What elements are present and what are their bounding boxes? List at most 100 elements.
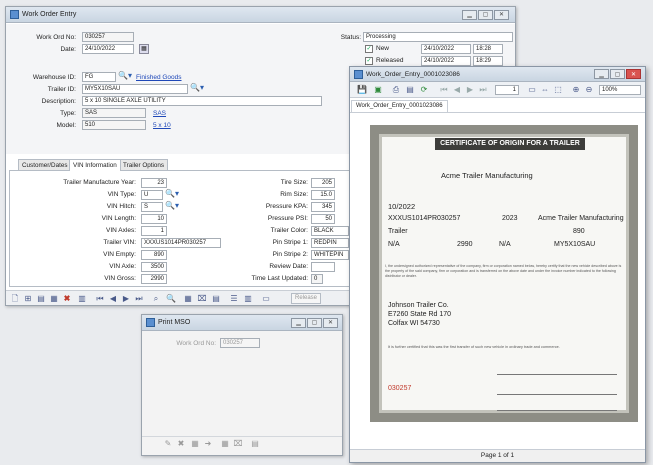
- list-icon[interactable]: ☰: [228, 293, 240, 304]
- date-field[interactable]: 24/10/2022: [82, 44, 134, 54]
- zoom-out-icon[interactable]: ⊖: [583, 84, 595, 95]
- left-field-value[interactable]: 10: [141, 214, 167, 224]
- left-field-label: VIN Axles:: [106, 227, 136, 234]
- right-field-value[interactable]: WHITEPIN: [311, 250, 349, 260]
- work-ord-no-field[interactable]: 030257: [82, 32, 134, 42]
- minimize-icon[interactable]: ▁: [462, 9, 477, 20]
- first-page-icon[interactable]: ⏮: [438, 84, 450, 95]
- report-print-icon[interactable]: ⎙: [390, 84, 402, 95]
- work-order-titlebar[interactable]: Work Order Entry ▁ ▢ ✕: [6, 7, 515, 23]
- left-field-label: Trailer VIN:: [103, 239, 136, 246]
- vin-lookup-icon[interactable]: 🔍▾: [165, 201, 179, 210]
- warehouse-lookup-icon[interactable]: 🔍▾: [118, 71, 132, 80]
- warehouse-link[interactable]: Finished Goods: [136, 74, 182, 81]
- page-footer: Page 1 of 1: [350, 449, 645, 462]
- print-clear-icon[interactable]: ⌧: [232, 438, 244, 449]
- next-page-icon[interactable]: ▶: [464, 84, 476, 95]
- single-page-icon[interactable]: ▭: [526, 84, 538, 95]
- page-setup-icon[interactable]: ▤: [404, 84, 416, 95]
- first-record-icon[interactable]: ⏮: [94, 293, 106, 304]
- edit-icon[interactable]: ▦: [48, 293, 60, 304]
- export-icon[interactable]: ▣: [372, 84, 384, 95]
- right-field-value[interactable]: 15.0: [311, 190, 335, 200]
- print-table-icon[interactable]: ▦: [219, 438, 231, 449]
- report-icon[interactable]: ▤: [210, 293, 222, 304]
- cert-col3: N/A: [499, 241, 511, 248]
- grid-icon[interactable]: ▥: [76, 293, 88, 304]
- type-link[interactable]: SAS: [153, 110, 166, 117]
- prev-record-icon[interactable]: ◀: [107, 293, 119, 304]
- left-field-value[interactable]: 3500: [141, 262, 167, 272]
- right-field-value[interactable]: 205: [311, 178, 335, 188]
- report-close-icon[interactable]: ✕: [626, 69, 641, 79]
- calendar-icon[interactable]: ▦: [139, 44, 149, 54]
- warehouse-field[interactable]: FG: [82, 72, 116, 82]
- left-field-value[interactable]: XXXUS1014PR030257: [141, 238, 221, 248]
- delete-icon[interactable]: ✖: [61, 293, 73, 304]
- refresh-icon[interactable]: ⟳: [418, 84, 430, 95]
- print-close-icon[interactable]: ✕: [323, 317, 338, 328]
- right-field-value[interactable]: 50: [311, 214, 335, 224]
- zoom-select[interactable]: 100%: [599, 85, 641, 95]
- right-field-label: Pressure KPA:: [265, 203, 308, 210]
- print-minimize-icon[interactable]: ▁: [291, 317, 306, 328]
- right-field-label: Time Last Updated:: [251, 275, 308, 282]
- left-field-value[interactable]: 890: [141, 250, 167, 260]
- release-button[interactable]: Release: [291, 293, 321, 304]
- print-forward-icon[interactable]: ➜: [202, 438, 214, 449]
- zoom-in-icon[interactable]: ⊕: [570, 84, 582, 95]
- trailer-id-field[interactable]: MY5X10SAU: [82, 84, 188, 94]
- left-field-value[interactable]: S: [141, 202, 163, 212]
- report-maximize-icon[interactable]: ▢: [610, 69, 625, 79]
- description-field[interactable]: 5 x 10 SINGLE AXLE UTILITY: [82, 96, 322, 106]
- maximize-icon[interactable]: ▢: [478, 9, 493, 20]
- trailer-lookup-icon[interactable]: 🔍▾: [190, 83, 204, 92]
- print-work-ord-field[interactable]: 030257: [220, 338, 260, 348]
- last-page-icon[interactable]: ⏭: [477, 84, 489, 95]
- right-field-value[interactable]: 0: [311, 274, 323, 284]
- print-mso-titlebar[interactable]: Print MSO ▁ ▢ ✕: [142, 315, 342, 331]
- binoculars-icon[interactable]: ⌕: [150, 293, 162, 304]
- right-field-value[interactable]: BLACK: [311, 226, 349, 236]
- notes-icon[interactable]: ▭: [260, 293, 272, 304]
- left-field-value[interactable]: 2990: [141, 274, 167, 284]
- print-maximize-icon[interactable]: ▢: [307, 317, 322, 328]
- table-icon[interactable]: ▦: [182, 293, 194, 304]
- print-icon[interactable]: ▥: [242, 293, 254, 304]
- cert-serial-number: 030257: [388, 385, 412, 392]
- released-checkbox[interactable]: ✓: [365, 57, 373, 65]
- save-icon[interactable]: 💾: [356, 84, 368, 95]
- report-minimize-icon[interactable]: ▁: [594, 69, 609, 79]
- fit-page-icon[interactable]: ⬚: [552, 84, 564, 95]
- close-icon[interactable]: ✕: [494, 9, 509, 20]
- prev-page-icon[interactable]: ◀: [451, 84, 463, 95]
- search-icon[interactable]: 🔍: [165, 293, 177, 304]
- print-delete-icon[interactable]: ✖: [175, 438, 187, 449]
- new-record-icon[interactable]: 🗋: [9, 293, 21, 304]
- report-titlebar[interactable]: Work_Order_Entry_0001023086 ▁ ▢ ✕: [350, 67, 645, 82]
- report-tab[interactable]: Work_Order_Entry_0001023086: [351, 100, 448, 112]
- next-record-icon[interactable]: ▶: [120, 293, 132, 304]
- last-record-icon[interactable]: ⏭: [133, 293, 145, 304]
- right-field-value[interactable]: [311, 262, 335, 272]
- left-field-value[interactable]: 1: [141, 226, 167, 236]
- left-field-value[interactable]: 23: [141, 178, 167, 188]
- report-app-icon: [354, 69, 363, 79]
- right-field-value[interactable]: REDPIN: [311, 238, 349, 248]
- fit-width-icon[interactable]: ⇔: [539, 84, 551, 95]
- add-row-icon[interactable]: ⊞: [22, 293, 34, 304]
- insert-icon[interactable]: ▤: [35, 293, 47, 304]
- model-link[interactable]: 5 x 10: [153, 122, 171, 129]
- tab-vin-information[interactable]: VIN Information: [69, 159, 121, 171]
- print-report-icon[interactable]: ▤: [249, 438, 261, 449]
- right-field-label: Trailer Color:: [270, 227, 308, 234]
- page-number-field[interactable]: 1: [495, 85, 519, 95]
- left-field-value[interactable]: U: [141, 190, 163, 200]
- work-order-title: Work Order Entry: [22, 11, 77, 18]
- print-grid-icon[interactable]: ▦: [189, 438, 201, 449]
- new-checkbox[interactable]: ✓: [365, 45, 373, 53]
- clear-icon[interactable]: ⌧: [196, 293, 208, 304]
- right-field-value[interactable]: 345: [311, 202, 335, 212]
- vin-lookup-icon[interactable]: 🔍▾: [165, 189, 179, 198]
- print-edit-icon[interactable]: ✎: [162, 438, 174, 449]
